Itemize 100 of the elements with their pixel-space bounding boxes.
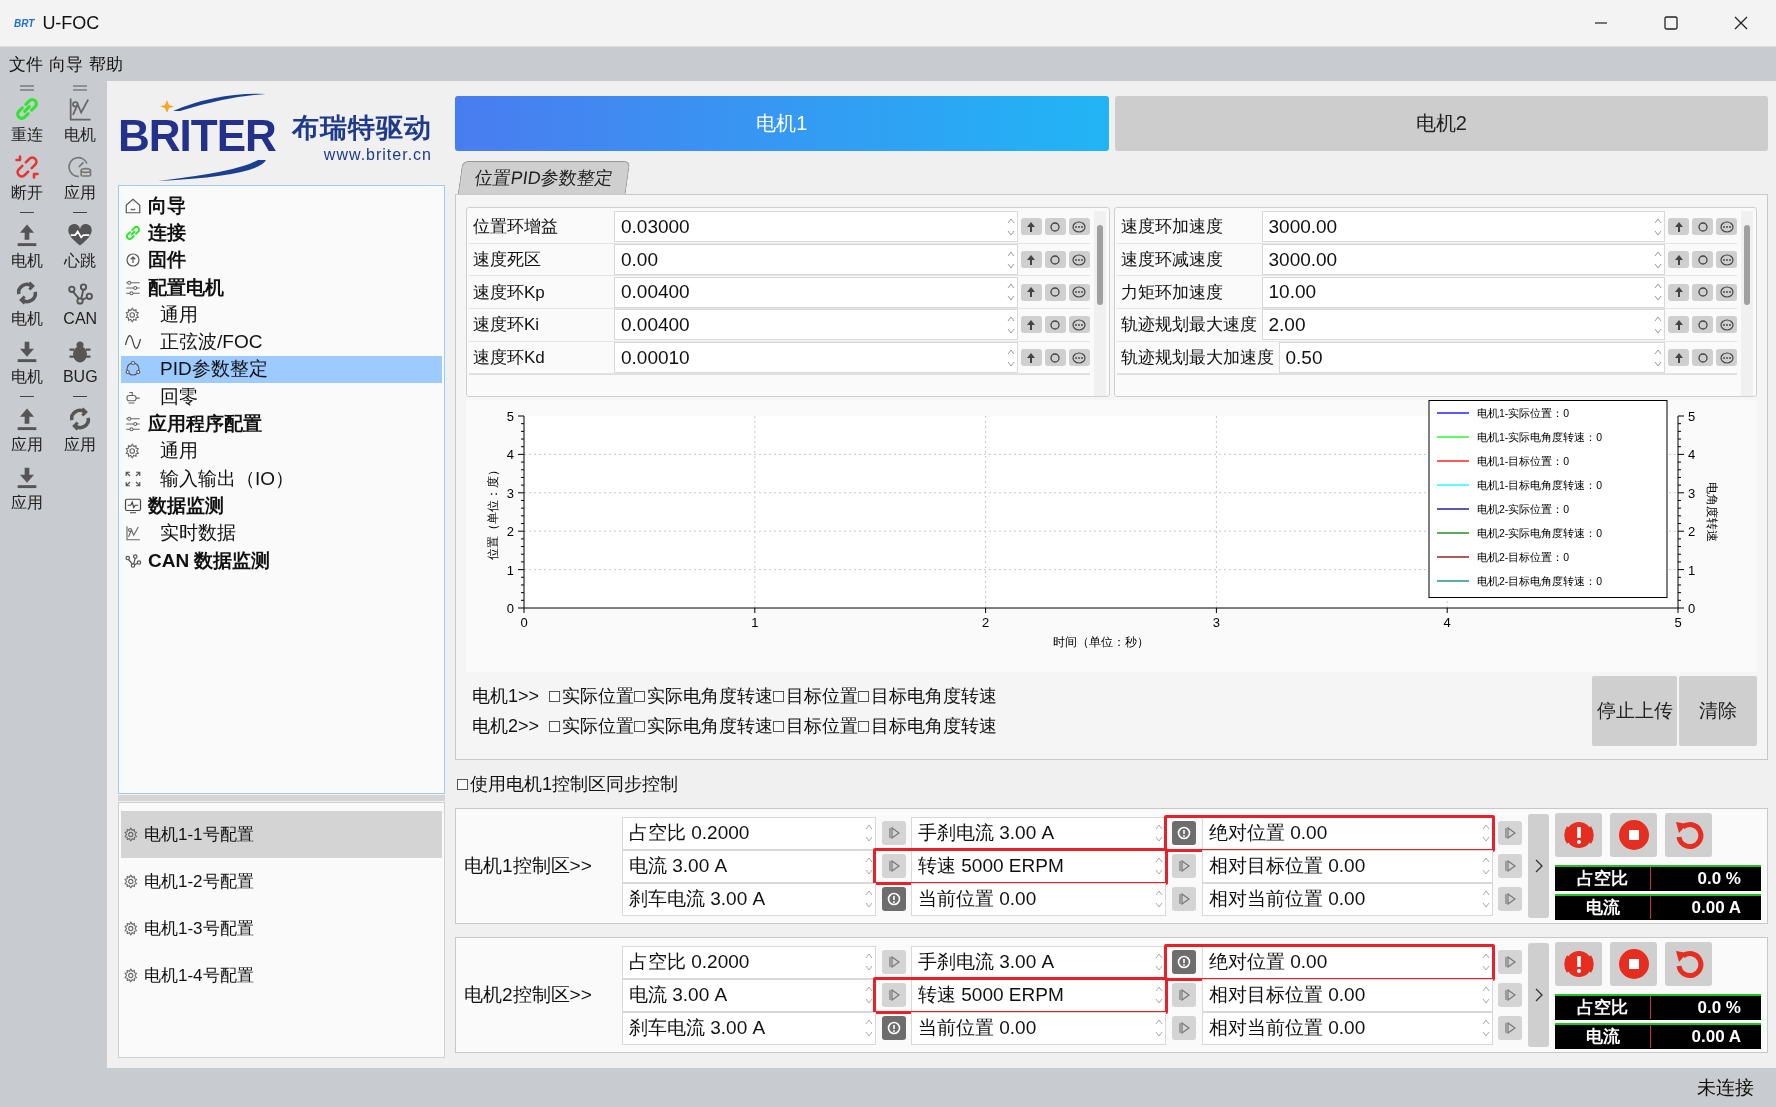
comment-button[interactable]	[1068, 218, 1090, 236]
series-checkbox[interactable]: 实际电角度转速	[634, 714, 774, 738]
control-field[interactable]: 刹车电流 3.00 A	[622, 882, 876, 916]
refresh-icon[interactable]	[1696, 220, 1709, 233]
send-button[interactable]	[1497, 950, 1522, 974]
toolbar-button[interactable]: 应用	[0, 401, 54, 459]
menu-item[interactable]: 文件	[9, 52, 43, 76]
upload-button[interactable]	[1668, 349, 1689, 367]
refresh-button[interactable]	[1044, 251, 1066, 269]
upload-icon[interactable]	[1025, 318, 1037, 331]
tree-item[interactable]: 固件	[121, 246, 442, 274]
comment-icon[interactable]	[1072, 318, 1086, 331]
config-item[interactable]: 电机1-3号配置	[121, 905, 442, 952]
control-field[interactable]: 手刹电流 3.00 A	[911, 945, 1166, 979]
tree-item[interactable]: 正弦波/FOC	[121, 328, 442, 356]
series-checkbox[interactable]: 目标位置	[773, 684, 859, 708]
upload-button[interactable]	[1020, 349, 1042, 367]
control-field[interactable]: 刹车电流 3.00 A	[622, 1011, 876, 1045]
refresh-button[interactable]	[1044, 283, 1066, 301]
comment-icon[interactable]	[1072, 220, 1086, 233]
upload-icon[interactable]	[1672, 220, 1685, 233]
tree-item[interactable]: PID参数整定	[121, 355, 442, 384]
refresh-button[interactable]	[1692, 251, 1713, 269]
series-checkbox[interactable]: 目标电角度转速	[858, 684, 998, 708]
refresh-icon[interactable]	[1049, 351, 1061, 364]
comment-button[interactable]	[1068, 349, 1090, 367]
parameter-field[interactable]: 0.00400	[614, 276, 1018, 308]
upload-icon[interactable]	[1025, 253, 1037, 266]
control-field[interactable]: 手刹电流 3.00 A	[911, 816, 1166, 850]
upload-button[interactable]	[1668, 251, 1689, 269]
parameter-field[interactable]: 0.00400	[614, 309, 1018, 341]
send-button[interactable]	[881, 821, 906, 845]
play-icon[interactable]	[1503, 827, 1516, 839]
upload-icon[interactable]	[1672, 253, 1685, 266]
parameter-field[interactable]: 3000.00	[1261, 211, 1665, 243]
splitter-handle[interactable]	[118, 795, 445, 801]
brake-button[interactable]	[1172, 821, 1196, 845]
control-field[interactable]: 电流 3.00 A	[622, 978, 876, 1012]
tree-item[interactable]: 连接	[121, 219, 442, 247]
chevron-right-icon[interactable]	[1533, 858, 1544, 874]
play-icon[interactable]	[1178, 860, 1190, 872]
refresh-button[interactable]	[1044, 316, 1066, 334]
play-icon[interactable]	[1178, 1022, 1190, 1034]
send-button[interactable]	[881, 854, 906, 878]
scrollbar[interactable]	[1741, 211, 1753, 396]
tree-item[interactable]: 通用	[121, 301, 442, 329]
send-button[interactable]	[1497, 1016, 1522, 1040]
upload-button[interactable]	[1020, 218, 1042, 236]
play-icon[interactable]	[1503, 893, 1516, 905]
stop-button[interactable]	[1610, 812, 1657, 857]
control-field[interactable]: 转速 5000 ERPM	[911, 849, 1166, 883]
alarm-button[interactable]	[1555, 941, 1602, 986]
toolbar-button[interactable]: BUG	[53, 333, 107, 391]
toolbar-button[interactable]: CAN	[53, 275, 107, 333]
upload-button[interactable]	[1668, 283, 1689, 301]
toolbar-button[interactable]: 电机	[53, 91, 107, 149]
toolbar-button[interactable]: 心跳	[53, 217, 107, 275]
upload-icon[interactable]	[1672, 286, 1685, 299]
parameter-field[interactable]: 0.00	[614, 244, 1018, 276]
tree-item[interactable]: 配置电机	[121, 273, 442, 302]
play-icon[interactable]	[1503, 956, 1516, 968]
series-checkbox[interactable]: 目标电角度转速	[858, 714, 998, 738]
parameter-field[interactable]: 0.50	[1278, 342, 1665, 374]
chart-action-button[interactable]: 停止上传	[1592, 676, 1677, 746]
close-icon[interactable]	[1733, 15, 1749, 31]
reset-button[interactable]	[1665, 812, 1712, 857]
refresh-button[interactable]	[1692, 283, 1713, 301]
warning-icon[interactable]	[1176, 955, 1192, 969]
comment-icon[interactable]	[1072, 286, 1086, 299]
stop-icon[interactable]	[1616, 817, 1651, 852]
play-icon[interactable]	[1503, 1022, 1516, 1034]
control-field[interactable]: 占空比 0.2000	[622, 945, 876, 979]
play-icon[interactable]	[887, 860, 900, 872]
brake-button[interactable]	[881, 887, 906, 911]
config-item[interactable]: 电机1-1号配置	[121, 811, 442, 858]
control-field[interactable]: 当前位置 0.00	[911, 1011, 1166, 1045]
tree-item[interactable]: 通用	[121, 437, 442, 465]
control-field[interactable]: 相对当前位置 0.00	[1202, 882, 1493, 916]
control-field[interactable]: 占空比 0.2000	[622, 816, 876, 850]
send-button[interactable]	[1172, 1016, 1196, 1040]
control-field[interactable]: 转速 5000 ERPM	[911, 978, 1166, 1012]
comment-button[interactable]	[1068, 316, 1090, 334]
upload-icon[interactable]	[1025, 351, 1037, 364]
maximize-icon[interactable]	[1663, 15, 1679, 31]
control-field[interactable]: 相对目标位置 0.00	[1202, 849, 1493, 883]
refresh-icon[interactable]	[1049, 253, 1061, 266]
control-field[interactable]: 绝对位置 0.00	[1202, 816, 1493, 850]
control-field[interactable]: 绝对位置 0.00	[1202, 945, 1493, 979]
stop-icon[interactable]	[1616, 946, 1651, 981]
tree-item[interactable]: 输入输出（IO）	[121, 464, 442, 493]
tree-item[interactable]: 应用程序配置	[121, 410, 442, 438]
section-tab[interactable]: 位置PID参数整定	[457, 161, 631, 194]
alarm-button[interactable]	[1555, 812, 1602, 857]
parameter-field[interactable]: 3000.00	[1261, 244, 1665, 276]
refresh-icon[interactable]	[1049, 318, 1061, 331]
grip-handle-icon[interactable]	[73, 85, 88, 91]
brake-button[interactable]	[1172, 950, 1196, 974]
chevron-right-icon[interactable]	[1533, 987, 1544, 1003]
refresh-button[interactable]	[1692, 218, 1713, 236]
refresh-icon[interactable]	[1696, 318, 1709, 331]
